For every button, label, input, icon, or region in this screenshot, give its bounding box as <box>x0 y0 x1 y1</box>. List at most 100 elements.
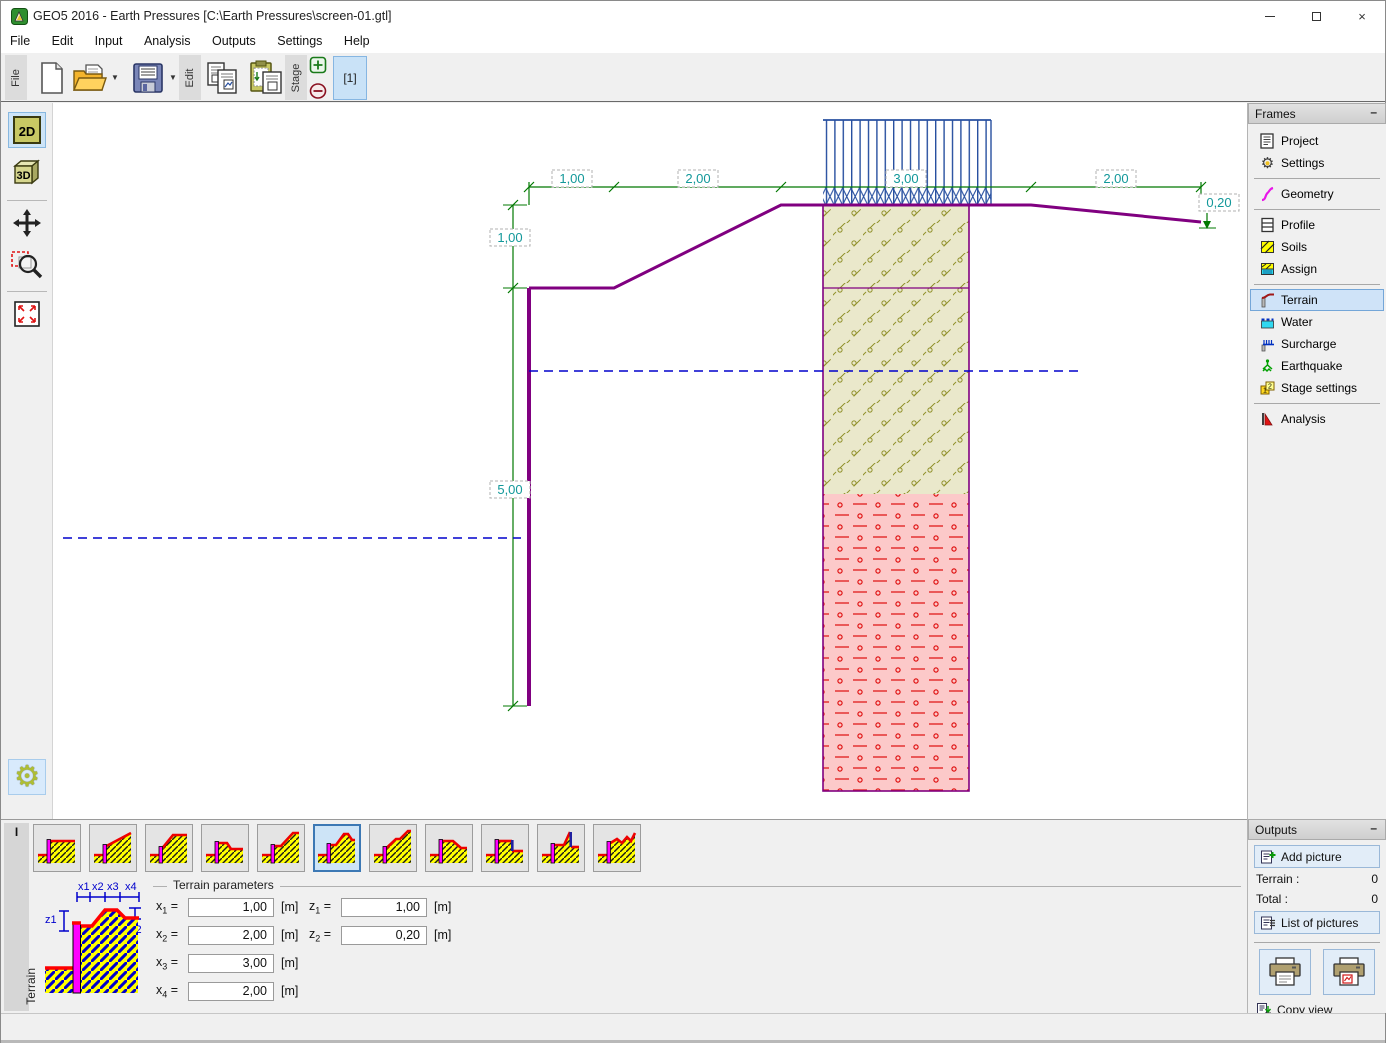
save-file-button[interactable] <box>127 56 169 100</box>
dim-label-top-4[interactable]: 2,00 <box>1096 170 1136 187</box>
surcharge-load <box>823 120 991 204</box>
toolbar-group-stage: Stage <box>285 55 307 100</box>
frame-item-terrain[interactable]: Terrain <box>1250 289 1384 311</box>
visualization-settings-button[interactable]: ⚙ <box>8 759 46 795</box>
print-button[interactable] <box>1259 949 1311 995</box>
dim-label-top-2[interactable]: 2,00 <box>678 170 718 187</box>
add-picture-button[interactable]: Add picture <box>1254 845 1380 868</box>
frame-item-settings[interactable]: ⚙ Settings <box>1250 152 1384 174</box>
dim-label-top-3[interactable]: 3,00 <box>886 170 926 187</box>
frames-minimize-button[interactable]: – <box>1370 105 1377 119</box>
svg-text:x3: x3 <box>107 881 119 893</box>
terrain-thumbnail-7[interactable] <box>369 824 417 872</box>
z1-input[interactable] <box>341 898 427 917</box>
soil-column <box>823 205 969 791</box>
frame-item-profile[interactable]: Profile <box>1250 214 1384 236</box>
list-of-pictures-button[interactable]: List of pictures <box>1254 911 1380 934</box>
pan-tool-button[interactable] <box>8 205 46 241</box>
save-dropdown-arrow[interactable]: ▼ <box>169 73 177 82</box>
frame-item-surcharge[interactable]: Surcharge <box>1250 333 1384 355</box>
app-logo-icon <box>11 8 28 25</box>
outputs-panel: Outputs – Add picture Terrain : 0 Total … <box>1247 819 1386 1013</box>
menu-input[interactable]: Input <box>86 31 132 51</box>
open-file-button[interactable] <box>69 56 111 100</box>
dim-label-left-1[interactable]: 1,00 <box>490 229 530 246</box>
copy-pictures-button[interactable] <box>201 56 243 100</box>
frame-item-water[interactable]: Water <box>1250 311 1384 333</box>
geometry-curve-icon <box>1259 186 1276 202</box>
print-preview-button[interactable] <box>1323 949 1375 995</box>
zoom-tool-button[interactable] <box>8 247 46 283</box>
menu-help[interactable]: Help <box>335 31 379 51</box>
z1-unit: [m] <box>434 900 451 914</box>
field-row-z1: z1 = [m] <box>309 897 451 917</box>
frames-separator <box>1254 403 1380 404</box>
soils-icon <box>1259 239 1276 255</box>
menu-settings[interactable]: Settings <box>268 31 331 51</box>
x2-input[interactable] <box>188 926 274 945</box>
drawing-canvas[interactable]: 1,00 2,00 3,00 2,00 1,00 <box>53 103 1247 819</box>
drawing: 1,00 2,00 3,00 2,00 1,00 <box>53 103 1247 819</box>
dim-label-right[interactable]: 0,20 <box>1199 194 1239 211</box>
frame-item-earthquake[interactable]: Earthquake <box>1250 355 1384 377</box>
fit-to-screen-button[interactable] <box>8 296 46 332</box>
x3-input[interactable] <box>188 954 274 973</box>
terrain-thumbnail-11[interactable] <box>593 824 641 872</box>
svg-text:1,00: 1,00 <box>497 230 522 245</box>
maximize-button[interactable] <box>1293 1 1339 31</box>
menu-analysis[interactable]: Analysis <box>135 31 200 51</box>
terrain-thumbnail-8[interactable] <box>425 824 473 872</box>
x4-input[interactable] <box>188 982 274 1001</box>
terrain-thumbnail-5[interactable] <box>257 824 305 872</box>
terrain-thumbnail-1[interactable] <box>33 824 81 872</box>
panel-grip[interactable]: I <box>15 825 18 839</box>
frame-item-project[interactable]: Project <box>1250 130 1384 152</box>
frame-item-analysis[interactable]: Analysis <box>1250 408 1384 430</box>
terrain-thumbnail-3[interactable] <box>145 824 193 872</box>
x1-input[interactable] <box>188 898 274 917</box>
x1-unit: [m] <box>281 900 298 914</box>
new-file-icon <box>39 62 65 94</box>
svg-text:x4: x4 <box>125 881 137 893</box>
svg-text:2,00: 2,00 <box>1103 171 1128 186</box>
minimize-button[interactable] <box>1247 1 1293 31</box>
stage-add-icon[interactable] <box>309 56 327 74</box>
terrain-thumbnail-4[interactable] <box>201 824 249 872</box>
menu-outputs[interactable]: Outputs <box>203 31 265 51</box>
terrain-thumbnail-6[interactable] <box>313 824 361 872</box>
close-button[interactable]: × <box>1339 1 1385 31</box>
stage-1-button[interactable]: [1] <box>333 56 367 100</box>
paste-picture-button[interactable] <box>245 56 287 100</box>
view-3d-icon: 3D <box>10 155 44 189</box>
svg-text:x1: x1 <box>78 881 90 893</box>
move-icon <box>11 207 43 239</box>
view-3d-button[interactable]: 3D <box>8 154 46 190</box>
z2-input[interactable] <box>341 926 427 945</box>
dim-label-top-1[interactable]: 1,00 <box>552 170 592 187</box>
menu-edit[interactable]: Edit <box>43 31 83 51</box>
new-file-button[interactable] <box>31 56 73 100</box>
stage-settings-icon: 12 <box>1259 380 1276 396</box>
terrain-thumbnail-9[interactable] <box>481 824 529 872</box>
frame-item-stage-settings[interactable]: 12 Stage settings <box>1250 377 1384 399</box>
frame-item-soils[interactable]: Soils <box>1250 236 1384 258</box>
frame-item-assign[interactable]: Assign <box>1250 258 1384 280</box>
analysis-icon <box>1259 411 1276 427</box>
stage-remove-icon[interactable] <box>309 82 327 100</box>
frames-panel-header: Frames – <box>1248 103 1386 124</box>
open-dropdown-arrow[interactable]: ▼ <box>111 73 119 82</box>
outputs-minimize-button[interactable]: – <box>1370 821 1377 835</box>
terrain-thumbnail-10[interactable] <box>537 824 585 872</box>
assign-icon <box>1259 261 1276 277</box>
terrain-parameters-group: Terrain parameters <box>153 886 1241 887</box>
terrain-thumbnail-2[interactable] <box>89 824 137 872</box>
menu-bar: File Edit Input Analysis Outputs Setting… <box>1 31 1385 53</box>
copy-pictures-icon <box>205 61 239 95</box>
frame-item-geometry[interactable]: Geometry <box>1250 183 1384 205</box>
dim-label-left-2[interactable]: 5,00 <box>490 481 530 498</box>
view-2d-button[interactable]: 2D <box>8 112 46 148</box>
list-of-pictures-icon <box>1260 915 1276 931</box>
menu-file[interactable]: File <box>1 31 39 51</box>
profile-icon <box>1259 217 1276 233</box>
sidebar-separator <box>7 200 47 201</box>
